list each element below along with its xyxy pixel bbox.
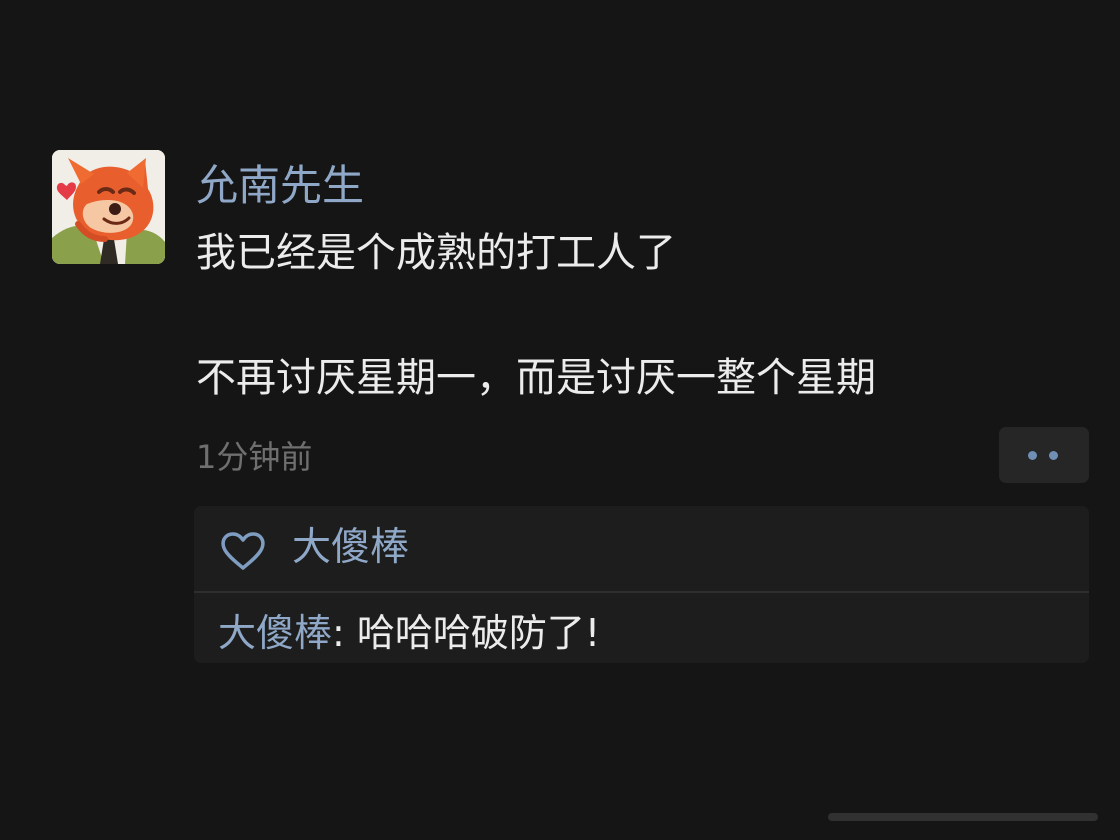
- heart-icon[interactable]: [220, 531, 266, 571]
- panel-divider: [194, 591, 1089, 593]
- likes-comments-panel: 大傻棒 大傻棒: 哈哈哈破防了!: [194, 506, 1089, 663]
- moments-post: 允南先生 我已经是个成熟的打工人了 不再讨厌星期一，而是讨厌一整个星期 1分钟前…: [0, 0, 1120, 840]
- fox-avatar-icon[interactable]: [52, 150, 165, 264]
- post-text-line-1: 我已经是个成熟的打工人了: [196, 230, 676, 276]
- comment-text: 哈哈哈破防了!: [356, 611, 601, 655]
- liker-name[interactable]: 大傻棒: [292, 524, 409, 572]
- post-timestamp: 1分钟前: [196, 438, 313, 476]
- likes-row: 大傻棒: [194, 506, 1089, 588]
- more-dot-icon: [1028, 451, 1037, 460]
- post-text-line-2: 不再讨厌星期一，而是讨厌一整个星期: [196, 355, 876, 401]
- watermark-bar: [828, 813, 1098, 821]
- comment-separator: :: [332, 611, 357, 655]
- comment-row[interactable]: 大傻棒: 哈哈哈破防了!: [218, 609, 600, 657]
- more-actions-button[interactable]: [999, 427, 1089, 483]
- more-dot-icon: [1049, 451, 1058, 460]
- post-author-name[interactable]: 允南先生: [196, 160, 364, 212]
- comment-author[interactable]: 大傻棒: [218, 611, 332, 655]
